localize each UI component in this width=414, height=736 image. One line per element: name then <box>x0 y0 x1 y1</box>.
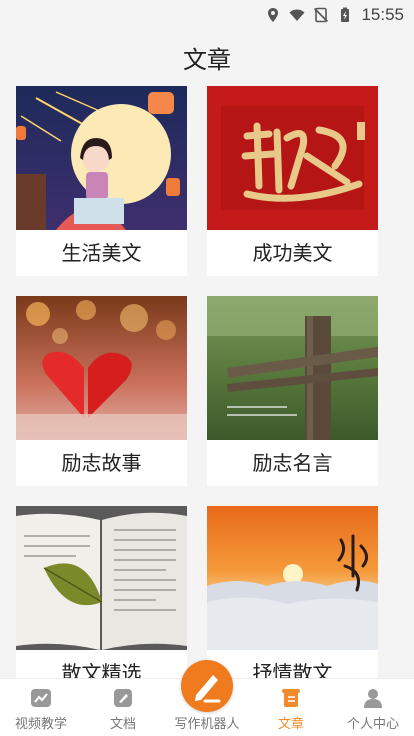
wifi-icon <box>289 9 305 21</box>
article-scroll-icon <box>282 689 300 707</box>
category-label: 生活美文 <box>61 241 142 265</box>
nav-label: 文章 <box>277 717 304 732</box>
category-label: 成功美文 <box>252 241 333 265</box>
trend-chart-icon <box>31 689 51 707</box>
page-title: 文章 <box>183 46 231 74</box>
category-card-prose-selection[interactable]: 散文精选 <box>16 506 187 696</box>
card-image-inspiring-quotes <box>207 296 378 440</box>
status-icons: 15:55 <box>265 4 404 26</box>
location-icon <box>268 8 279 22</box>
category-card-inspiring-quotes[interactable]: 励志名言 <box>207 296 378 486</box>
category-card-life[interactable]: 生活美文 <box>16 86 187 276</box>
writing-robot-fab[interactable] <box>181 660 233 712</box>
nav-label: 个人中心 <box>346 717 399 732</box>
status-time: 15:55 <box>361 5 404 24</box>
screen: 15:55 文章 生活美文 成功美文 励志故事 励志名言 散文精选 抒情散文 视… <box>0 0 414 736</box>
category-card-inspiring-story[interactable]: 励志故事 <box>16 296 187 486</box>
category-card-success[interactable]: 成功美文 <box>207 86 378 276</box>
nav-label: 写作机器人 <box>174 717 240 732</box>
nav-item-documents[interactable]: 文档 <box>82 679 164 736</box>
pen-icon <box>195 675 221 703</box>
nav-label: 文档 <box>109 717 136 732</box>
card-image-life <box>16 86 187 230</box>
card-image-lyrical-prose <box>207 506 378 650</box>
card-image-prose-selection <box>16 506 187 650</box>
document-edit-icon <box>114 689 132 707</box>
no-sim-icon <box>314 7 329 23</box>
category-label: 励志名言 <box>252 451 333 475</box>
status-bar: 15:55 <box>0 0 414 30</box>
person-icon <box>364 689 382 708</box>
nav-label: 视频教学 <box>14 717 67 732</box>
category-label: 励志故事 <box>61 451 142 475</box>
nav-item-articles[interactable]: 文章 <box>250 679 332 736</box>
card-image-success <box>207 86 378 230</box>
nav-item-profile[interactable]: 个人中心 <box>332 679 414 736</box>
nav-item-video-tutorials[interactable]: 视频教学 <box>0 679 82 736</box>
card-image-inspiring-story <box>16 296 187 440</box>
battery-charging-icon <box>341 7 350 22</box>
